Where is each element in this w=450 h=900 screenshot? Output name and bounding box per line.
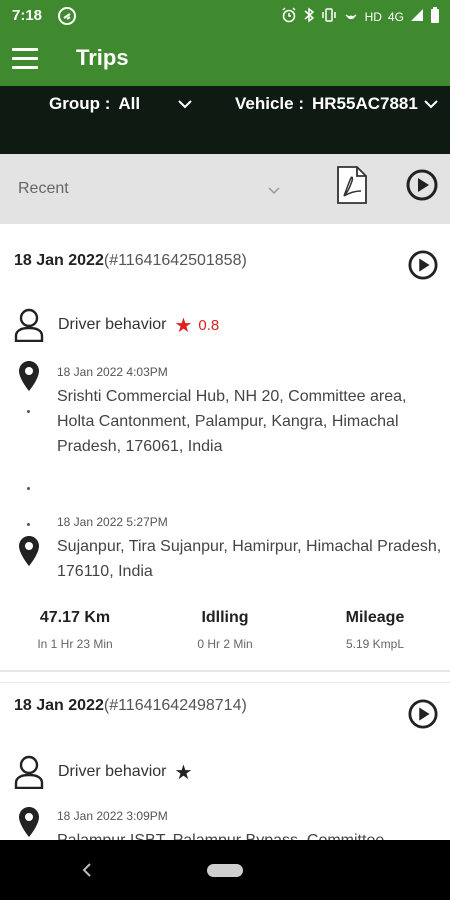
bluetooth-icon (303, 7, 315, 26)
chevron-down-icon (178, 94, 192, 114)
driver-icon (14, 755, 44, 790)
home-pill-button[interactable] (207, 864, 243, 877)
status-time: 7:18 (12, 7, 43, 24)
distance-stat: 47.17 Km In 1 Hr 23 Min (0, 609, 150, 651)
driver-score: 0.8 (198, 316, 220, 334)
vehicle-value: HR55AC7881 (311, 94, 418, 113)
driver-behavior-row: Driver behavior ★ (14, 755, 193, 790)
trip-header: 18 Jan 2022(#11641642498714) (14, 697, 247, 715)
trip-header: 18 Jan 2022(#11641642501858) (14, 252, 247, 270)
filter-bar: Group : All Vehicle : HR55AC7881 (0, 86, 450, 154)
system-nav-bar (0, 840, 450, 900)
route-dot (27, 487, 30, 490)
driver-icon (14, 308, 44, 343)
page-title: Trips (76, 45, 129, 70)
trip-card[interactable]: 18 Jan 2022(#11641642498714) Driver beha… (0, 682, 450, 840)
trip-id: (#11641642498714) (103, 697, 247, 714)
sync-icon (57, 6, 77, 31)
recent-bar: Recent (0, 154, 450, 224)
stat-sub: 0 Hr 2 Min (197, 637, 253, 651)
vehicle-label: Vehicle : (235, 94, 304, 113)
group-label: Group : (49, 94, 111, 113)
stat-value: Idlling (201, 609, 249, 626)
network-type: HD (364, 9, 382, 24)
menu-icon[interactable] (12, 48, 40, 70)
signal-type: 4G (387, 9, 404, 24)
end-time: 18 Jan 2022 5:27PM (57, 515, 168, 529)
signal-icon (410, 8, 424, 25)
play-all-icon[interactable] (406, 169, 438, 206)
status-bar: 7:18 HD 4G (0, 0, 450, 32)
alarm-icon (281, 7, 297, 26)
star-icon: ★ (174, 314, 193, 337)
play-icon[interactable] (408, 699, 438, 734)
stat-sub: 5.19 KmpL (345, 637, 405, 651)
start-address: Palampur ISBT, Palampur Bypass, Committe… (57, 828, 442, 840)
vibrate-icon (321, 7, 337, 26)
end-address: Sujanpur, Tira Sujanpur, Hamirpur, Himac… (57, 538, 442, 580)
pdf-icon[interactable] (335, 166, 369, 209)
trip-id: (#11641642501858) (103, 252, 247, 269)
trip-stats: 47.17 Km In 1 Hr 23 Min Idlling 0 Hr 2 M… (0, 609, 450, 651)
start-address: Srishti Commercial Hub, NH 20, Committee… (57, 388, 407, 455)
group-value: All (118, 94, 141, 113)
start-time: 18 Jan 2022 4:03PM (57, 365, 168, 379)
driver-behavior-label: Driver behavior (58, 316, 167, 333)
route-dot (27, 410, 30, 413)
location-pin-icon (18, 806, 40, 838)
chevron-down-icon (424, 94, 438, 114)
route-dot (27, 523, 30, 526)
status-icons: HD 4G (281, 7, 440, 26)
star-icon: ★ (174, 761, 193, 784)
trip-card[interactable]: 18 Jan 2022(#11641642501858) Driver beha… (0, 232, 450, 672)
stat-value: 47.17 Km (39, 609, 111, 626)
trip-list: 18 Jan 2022(#11641642501858) Driver beha… (0, 232, 450, 840)
app-bar: Trips (0, 32, 450, 86)
trip-date: 18 Jan 2022 (14, 697, 104, 714)
vehicle-dropdown[interactable]: Vehicle : HR55AC7881 (235, 94, 438, 114)
location-pin-icon (18, 535, 40, 567)
start-time: 18 Jan 2022 3:09PM (57, 809, 168, 823)
chevron-down-icon[interactable] (268, 182, 280, 200)
recent-select[interactable]: Recent (18, 180, 69, 198)
trip-date: 18 Jan 2022 (14, 252, 104, 269)
driver-behavior-row: Driver behavior ★ 0.8 (14, 308, 220, 343)
group-dropdown[interactable]: Group : All (49, 94, 192, 114)
stat-value: Mileage (345, 609, 405, 626)
idle-stat: Idlling 0 Hr 2 Min (150, 609, 300, 651)
battery-icon (430, 7, 440, 26)
hotspot-icon (343, 7, 359, 26)
driver-behavior-label: Driver behavior (58, 763, 167, 780)
back-icon[interactable] (80, 859, 94, 886)
play-icon[interactable] (408, 250, 438, 285)
location-pin-icon (18, 360, 40, 392)
stat-sub: In 1 Hr 23 Min (37, 637, 113, 651)
mileage-stat: Mileage 5.19 KmpL (300, 609, 450, 651)
